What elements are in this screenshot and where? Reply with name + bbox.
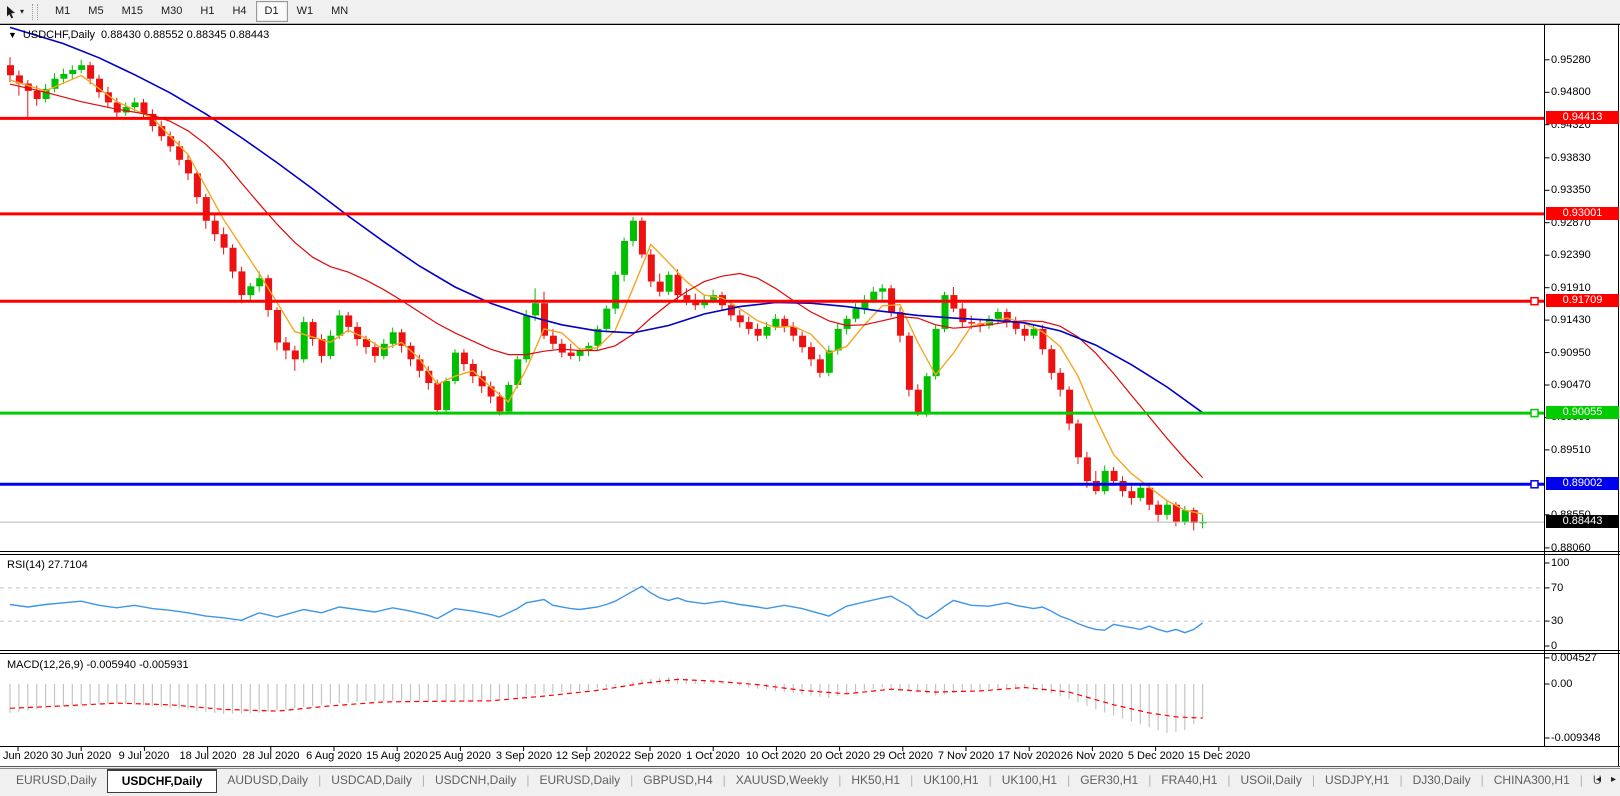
- timeframe-button-h1[interactable]: H1: [191, 1, 223, 22]
- chart-tab-usdcnh-daily[interactable]: USDCNH,Daily: [425, 769, 526, 790]
- timeframe-button-m15[interactable]: M15: [113, 1, 152, 22]
- timeframe-button-m5[interactable]: M5: [79, 1, 112, 22]
- timeframe-toolbar: M1M5M15M30H1H4D1W1MN: [42, 1, 361, 22]
- chart-tab-uk100-h1[interactable]: UK100,H1: [913, 769, 988, 790]
- chevron-down-icon[interactable]: ▾: [20, 7, 24, 16]
- chart-tab-usdchf-daily[interactable]: USDCHF,Daily: [107, 769, 218, 793]
- timeframe-button-w1[interactable]: W1: [288, 1, 323, 22]
- top-toolbar: ▾ M1M5M15M30H1H4D1W1MN: [0, 0, 1620, 24]
- timeframe-button-m1[interactable]: M1: [46, 1, 79, 22]
- tab-scroll-right-icon[interactable]: ▸: [1611, 774, 1616, 785]
- tab-scroll-left-icon[interactable]: ◂: [1596, 774, 1601, 785]
- chart-tab-dj30-daily[interactable]: DJ30,Daily: [1403, 769, 1481, 790]
- chart-tab-china300-h1[interactable]: CHINA300,H1: [1484, 769, 1580, 790]
- chart-background: [0, 24, 1620, 766]
- chart-tab-ger30-h1[interactable]: GER30,H1: [1070, 769, 1148, 790]
- cursor-arrow-icon: [4, 5, 18, 19]
- timeframe-button-mn[interactable]: MN: [322, 1, 357, 22]
- timeframe-button-h4[interactable]: H4: [223, 1, 255, 22]
- toolbar-grip[interactable]: [32, 4, 38, 20]
- timeframe-button-d1[interactable]: D1: [256, 1, 288, 22]
- chart-tab-eurusd-daily[interactable]: EURUSD,Daily: [529, 769, 630, 790]
- chart-tab-usdcad-daily[interactable]: USDCAD,Daily: [321, 769, 422, 790]
- chart-tab-uk100-h1[interactable]: UK100,H1: [992, 769, 1067, 790]
- chart-tab-eurusd-daily[interactable]: EURUSD,Daily: [6, 769, 107, 790]
- cursor-tool[interactable]: ▾: [0, 5, 28, 19]
- chart-tab-usdjpy-h1[interactable]: USDJPY,H1: [1315, 769, 1399, 790]
- chart-tab-hk50-h1[interactable]: HK50,H1: [841, 769, 910, 790]
- chart-canvas[interactable]: [0, 0, 1620, 796]
- chart-tab-xauusd-weekly[interactable]: XAUUSD,Weekly: [726, 769, 838, 790]
- timeframe-button-m30[interactable]: M30: [152, 1, 191, 22]
- chart-tab-gbpusd-h4[interactable]: GBPUSD,H4: [633, 769, 722, 790]
- tab-scrollers: ◂ ▸: [1596, 774, 1616, 785]
- chart-tab-bar: EURUSD,DailyUSDCHF,DailyAUDUSD,Daily|USD…: [0, 768, 1620, 796]
- chart-tab-audusd-daily[interactable]: AUDUSD,Daily: [217, 769, 318, 790]
- chart-tab-fra40-h1[interactable]: FRA40,H1: [1151, 769, 1227, 790]
- chart-tab-usoil-daily[interactable]: USOil,Daily: [1231, 769, 1312, 790]
